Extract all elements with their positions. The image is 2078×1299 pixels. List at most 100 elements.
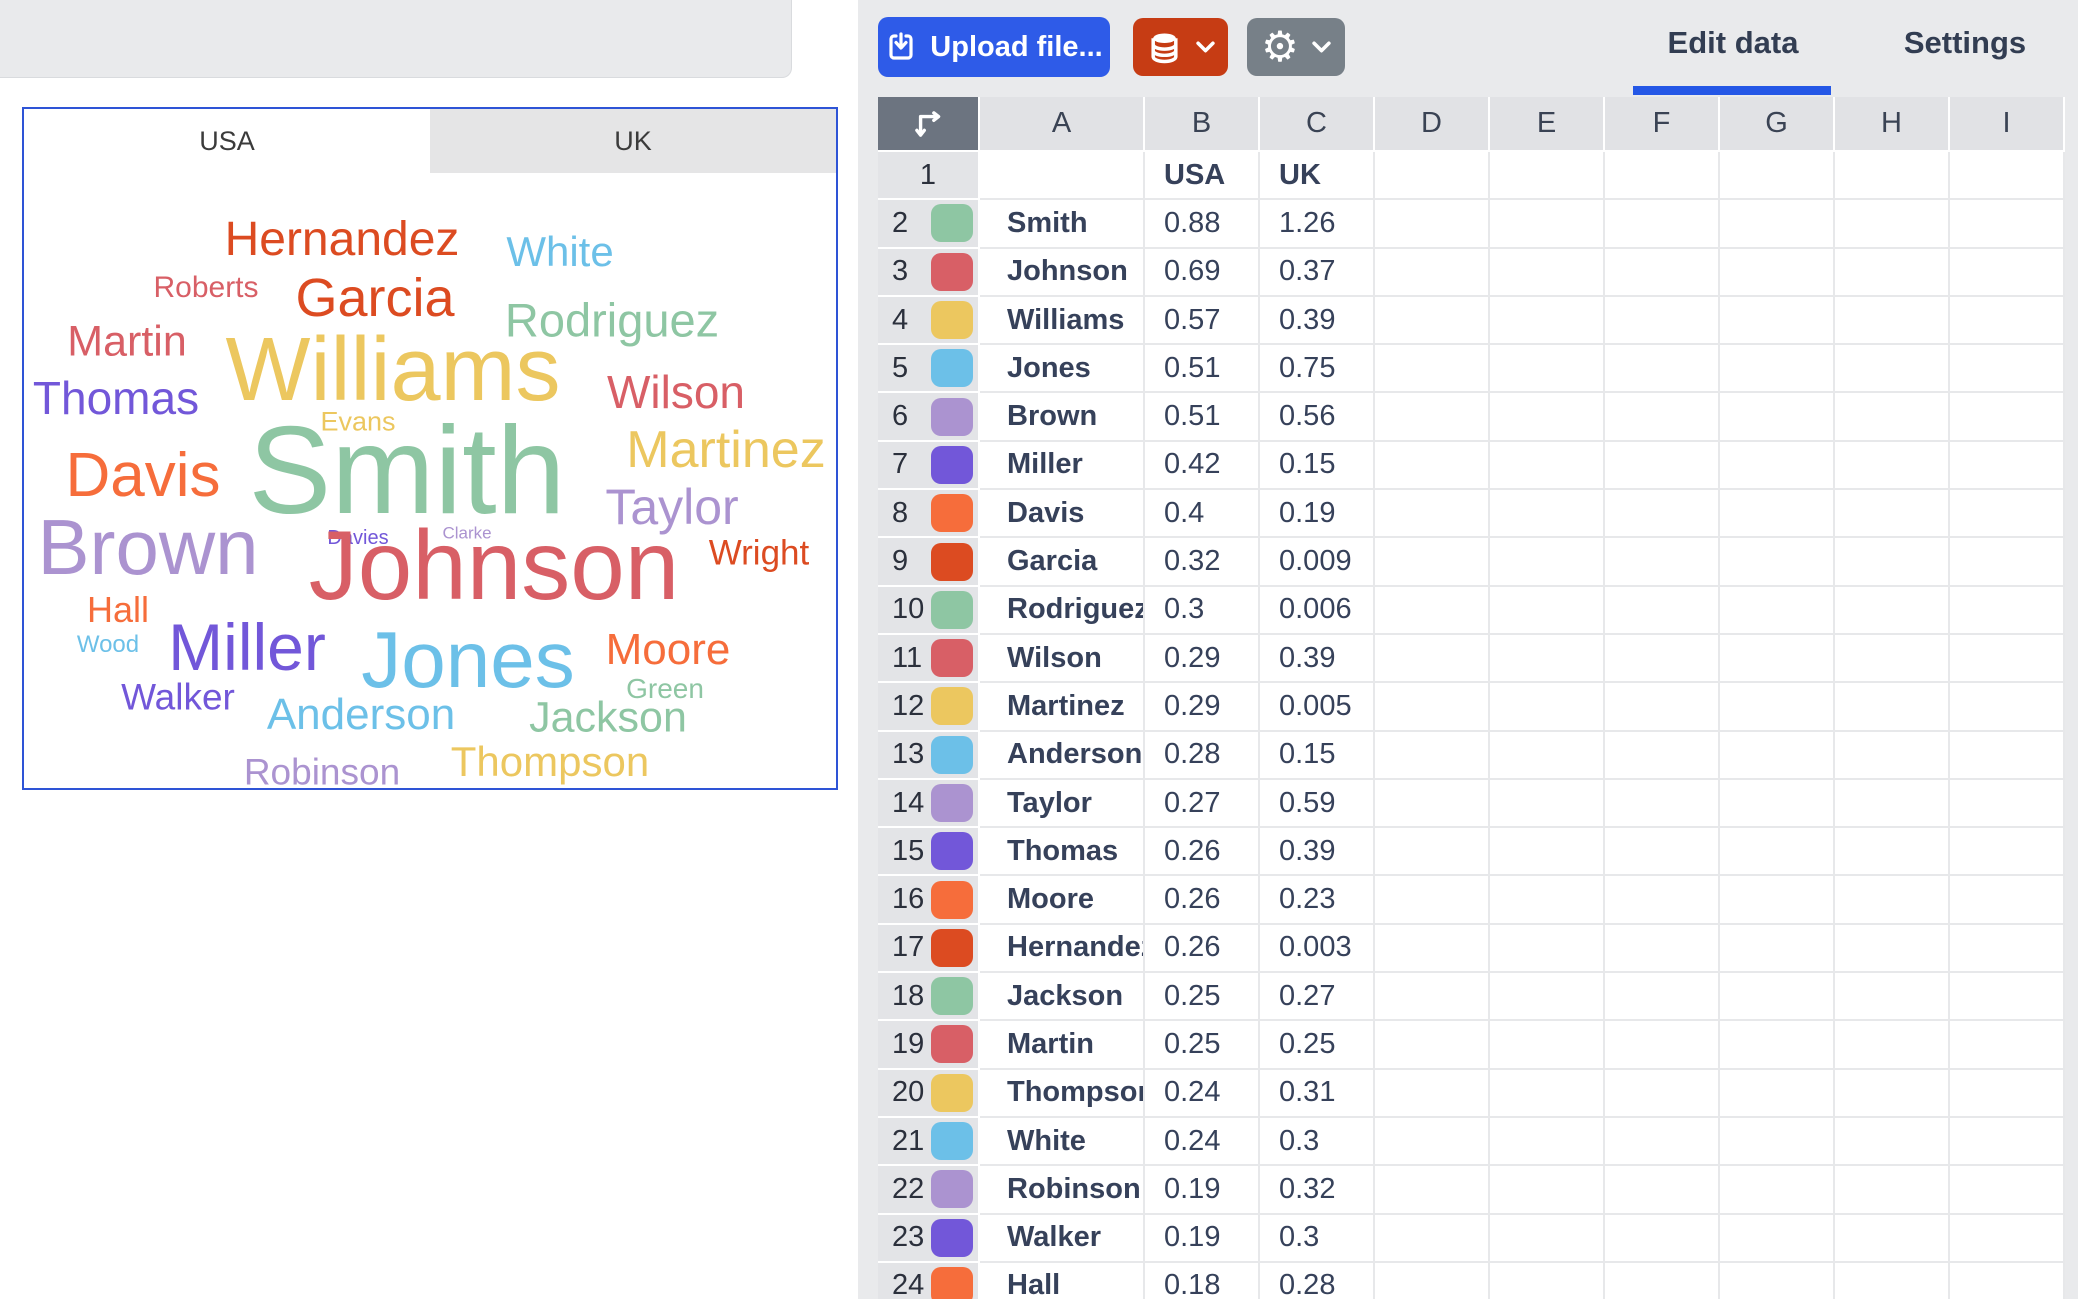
spreadsheet-cell[interactable] xyxy=(1605,490,1720,538)
spreadsheet-cell[interactable]: Davis xyxy=(980,490,1145,538)
spreadsheet-cell[interactable]: 0.39 xyxy=(1260,828,1375,876)
spreadsheet-cell[interactable] xyxy=(1490,1118,1605,1166)
spreadsheet-cell[interactable] xyxy=(1375,442,1490,490)
spreadsheet-cell[interactable]: Miller xyxy=(980,442,1145,490)
spreadsheet-cell[interactable] xyxy=(1490,1021,1605,1069)
spreadsheet-cell[interactable] xyxy=(1950,683,2065,731)
column-header-g[interactable]: G xyxy=(1720,97,1835,152)
spreadsheet-cell[interactable] xyxy=(1720,442,1835,490)
row-color-swatch[interactable] xyxy=(931,1267,973,1299)
spreadsheet-cell[interactable] xyxy=(1950,297,2065,345)
spreadsheet-cell[interactable] xyxy=(1490,1070,1605,1118)
spreadsheet-cell[interactable]: Jackson xyxy=(980,973,1145,1021)
spreadsheet-cell[interactable] xyxy=(1720,1166,1835,1214)
spreadsheet-cell[interactable] xyxy=(1835,393,1950,441)
spreadsheet-cell[interactable] xyxy=(1375,1263,1490,1299)
spreadsheet-cell[interactable] xyxy=(1490,828,1605,876)
spreadsheet-cell[interactable] xyxy=(1375,828,1490,876)
spreadsheet-cell[interactable]: 0.18 xyxy=(1145,1263,1260,1299)
spreadsheet-cell[interactable]: Hall xyxy=(980,1263,1145,1299)
spreadsheet-cell[interactable] xyxy=(1835,876,1950,924)
spreadsheet-cell[interactable] xyxy=(1835,1166,1950,1214)
spreadsheet-cell[interactable]: Walker xyxy=(980,1215,1145,1263)
row-color-swatch[interactable] xyxy=(931,1074,973,1112)
spreadsheet-cell[interactable] xyxy=(1720,683,1835,731)
spreadsheet-cell[interactable] xyxy=(1720,1021,1835,1069)
spreadsheet-cell[interactable]: 0.15 xyxy=(1260,732,1375,780)
spreadsheet-cell[interactable]: Brown xyxy=(980,393,1145,441)
spreadsheet-cell[interactable] xyxy=(1605,1118,1720,1166)
spreadsheet-cell[interactable]: 0.57 xyxy=(1145,297,1260,345)
spreadsheet-cell[interactable]: Anderson xyxy=(980,732,1145,780)
spreadsheet-cell[interactable] xyxy=(1835,1021,1950,1069)
spreadsheet-cell[interactable] xyxy=(1950,1166,2065,1214)
spreadsheet-cell[interactable]: USA xyxy=(1145,152,1260,200)
row-number-cell[interactable]: 21 xyxy=(878,1118,980,1166)
spreadsheet-cell[interactable] xyxy=(1835,1263,1950,1299)
spreadsheet-cell[interactable] xyxy=(1490,780,1605,828)
spreadsheet-cell[interactable] xyxy=(1375,249,1490,297)
spreadsheet-cell[interactable]: Taylor xyxy=(980,780,1145,828)
spreadsheet-cell[interactable]: 0.19 xyxy=(1145,1166,1260,1214)
row-number-cell[interactable]: 11 xyxy=(878,635,980,683)
spreadsheet-cell[interactable] xyxy=(1605,973,1720,1021)
spreadsheet-cell[interactable]: 0.39 xyxy=(1260,297,1375,345)
spreadsheet-cell[interactable] xyxy=(1950,925,2065,973)
spreadsheet-cell[interactable] xyxy=(1490,635,1605,683)
spreadsheet-cell[interactable] xyxy=(1950,1215,2065,1263)
spreadsheet-cell[interactable]: Thompson xyxy=(980,1070,1145,1118)
spreadsheet-cell[interactable]: 0.88 xyxy=(1145,200,1260,248)
spreadsheet-cell[interactable] xyxy=(1375,490,1490,538)
spreadsheet-cell[interactable] xyxy=(1605,635,1720,683)
spreadsheet-cell[interactable]: Williams xyxy=(980,297,1145,345)
spreadsheet-cell[interactable]: Smith xyxy=(980,200,1145,248)
spreadsheet-cell[interactable] xyxy=(1490,732,1605,780)
spreadsheet-cell[interactable] xyxy=(1720,1215,1835,1263)
spreadsheet-cell[interactable]: 0.24 xyxy=(1145,1070,1260,1118)
spreadsheet-cell[interactable] xyxy=(1835,200,1950,248)
spreadsheet-cell[interactable] xyxy=(1375,345,1490,393)
spreadsheet-cell[interactable]: 0.19 xyxy=(1260,490,1375,538)
spreadsheet-cell[interactable]: Robinson xyxy=(980,1166,1145,1214)
spreadsheet-cell[interactable] xyxy=(1605,780,1720,828)
spreadsheet-cell[interactable] xyxy=(1835,732,1950,780)
column-header-e[interactable]: E xyxy=(1490,97,1605,152)
column-header-d[interactable]: D xyxy=(1375,97,1490,152)
spreadsheet-cell[interactable]: 0.27 xyxy=(1260,973,1375,1021)
spreadsheet-cell[interactable] xyxy=(1950,152,2065,200)
row-color-swatch[interactable] xyxy=(931,253,973,291)
spreadsheet-cell[interactable] xyxy=(1950,732,2065,780)
spreadsheet-cell[interactable] xyxy=(1720,780,1835,828)
spreadsheet-cell[interactable] xyxy=(1490,1166,1605,1214)
spreadsheet-cell[interactable] xyxy=(1375,1166,1490,1214)
column-header-a[interactable]: A xyxy=(980,97,1145,152)
spreadsheet-cell[interactable]: 0.4 xyxy=(1145,490,1260,538)
row-color-swatch[interactable] xyxy=(931,736,973,774)
spreadsheet-cell[interactable] xyxy=(1950,200,2065,248)
spreadsheet-cell[interactable] xyxy=(1835,683,1950,731)
spreadsheet-cell[interactable] xyxy=(1835,152,1950,200)
spreadsheet-cell[interactable] xyxy=(1720,490,1835,538)
column-header-b[interactable]: B xyxy=(1145,97,1260,152)
column-header-i[interactable]: I xyxy=(1950,97,2065,152)
spreadsheet-cell[interactable]: Martin xyxy=(980,1021,1145,1069)
row-color-swatch[interactable] xyxy=(931,1025,973,1063)
row-color-swatch[interactable] xyxy=(931,591,973,629)
data-source-button[interactable] xyxy=(1133,18,1228,76)
row-color-swatch[interactable] xyxy=(931,784,973,822)
spreadsheet-cell[interactable]: Moore xyxy=(980,876,1145,924)
spreadsheet-cell[interactable]: 0.006 xyxy=(1260,587,1375,635)
spreadsheet-cell[interactable] xyxy=(1490,490,1605,538)
spreadsheet-cell[interactable]: 0.003 xyxy=(1260,925,1375,973)
row-number-cell[interactable]: 24 xyxy=(878,1263,980,1299)
spreadsheet-cell[interactable] xyxy=(1490,152,1605,200)
spreadsheet-cell[interactable] xyxy=(1605,1070,1720,1118)
spreadsheet-cell[interactable]: 0.3 xyxy=(1260,1118,1375,1166)
spreadsheet-cell[interactable] xyxy=(1490,1215,1605,1263)
spreadsheet-cell[interactable]: 0.3 xyxy=(1260,1215,1375,1263)
row-number-cell[interactable]: 1 xyxy=(878,152,980,200)
spreadsheet-cell[interactable] xyxy=(1720,538,1835,586)
spreadsheet-cell[interactable]: 0.75 xyxy=(1260,345,1375,393)
spreadsheet-cell[interactable] xyxy=(1950,973,2065,1021)
spreadsheet-cell[interactable] xyxy=(1490,393,1605,441)
